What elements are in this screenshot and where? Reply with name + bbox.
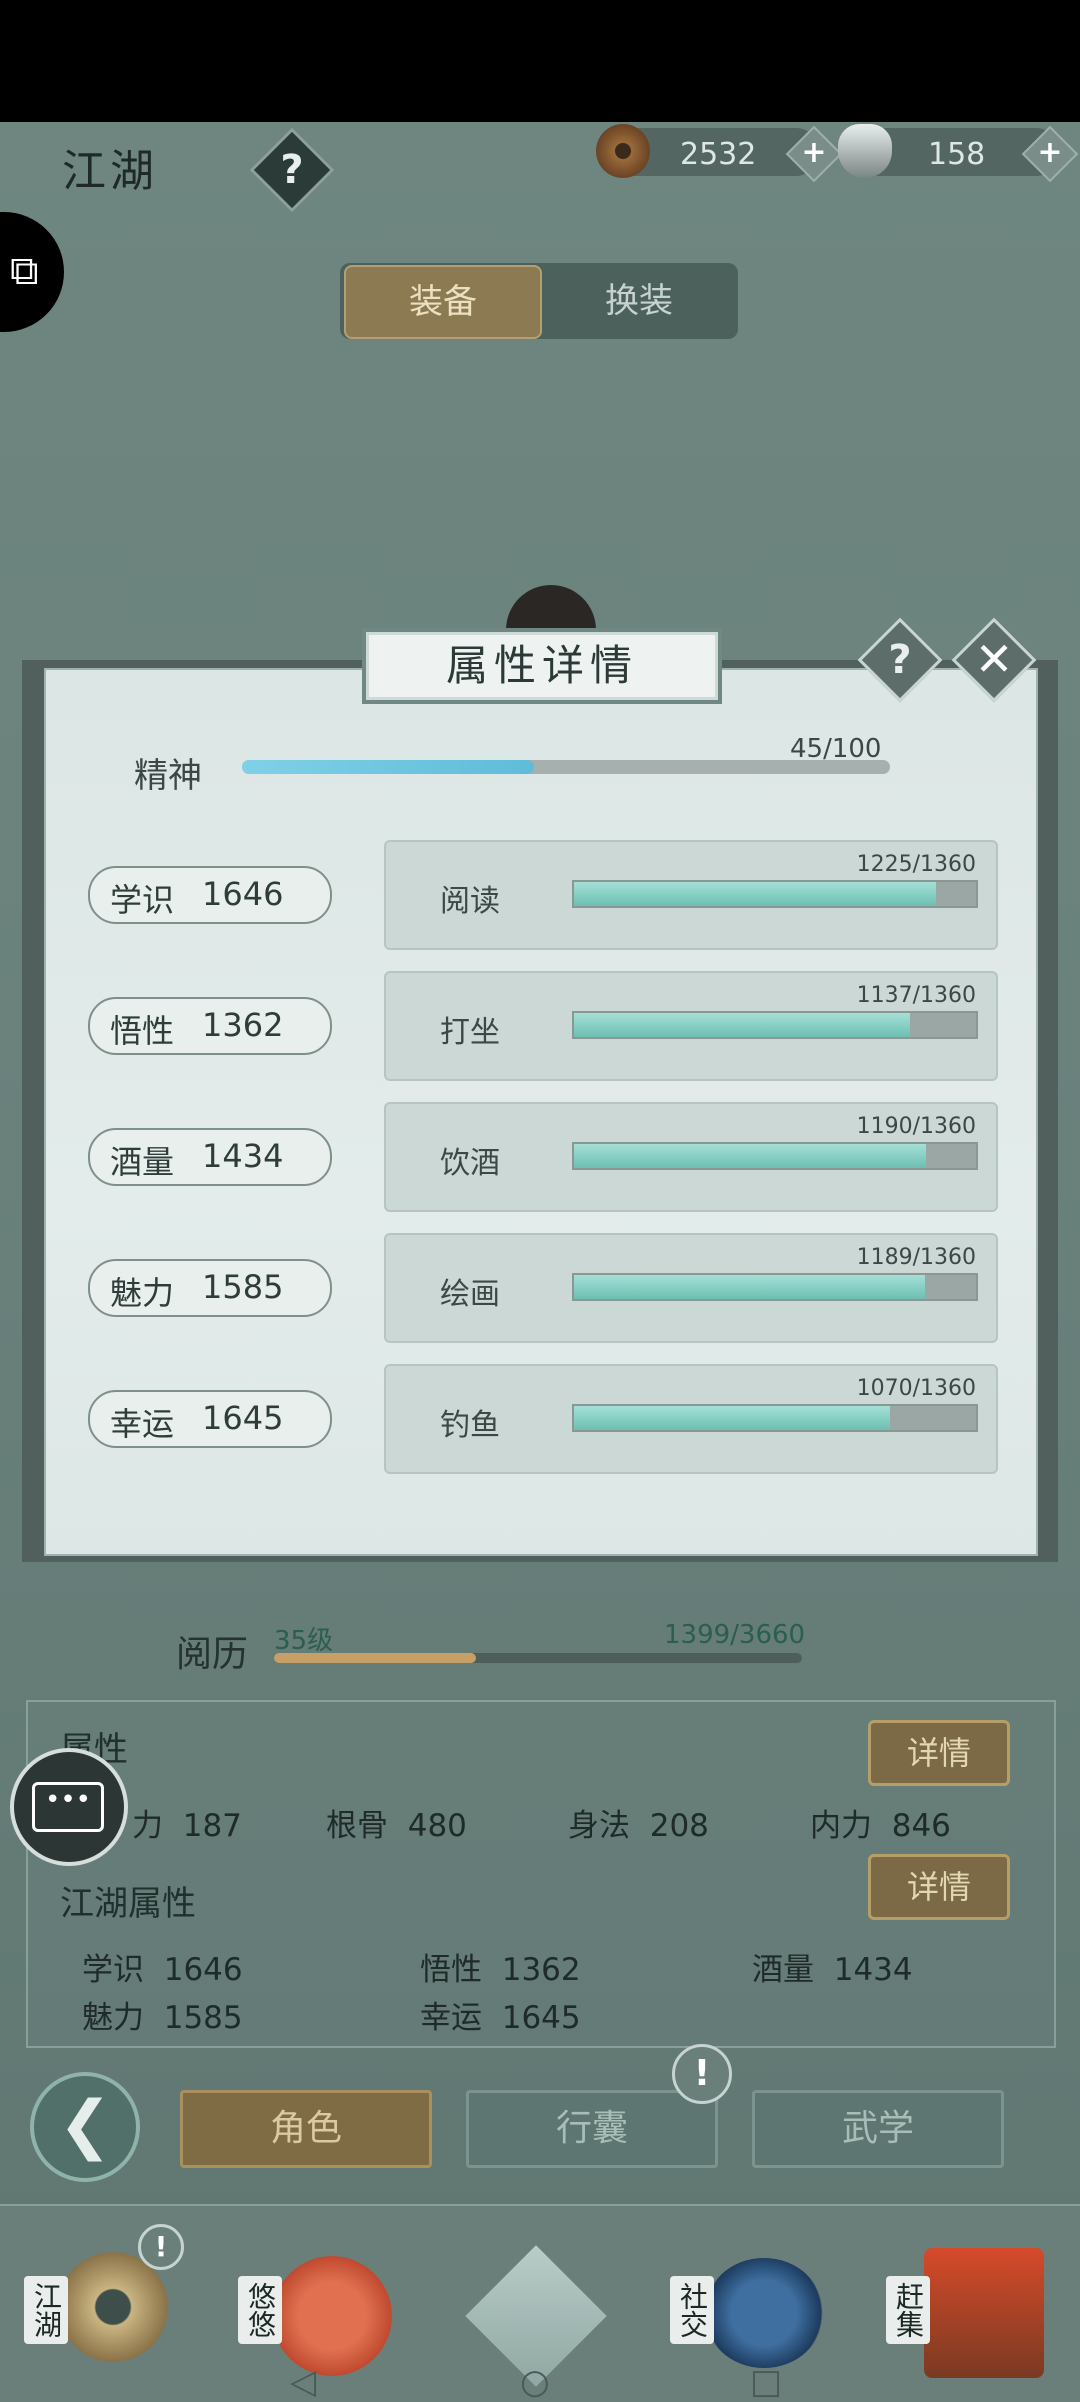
back-button[interactable]: ❮ — [30, 2072, 140, 2182]
wave-art-icon — [704, 2258, 824, 2368]
tab-martial[interactable]: 武学 — [752, 2090, 1004, 2168]
chat-button[interactable]: ••• — [10, 1748, 128, 1866]
basket-art-icon — [924, 2248, 1044, 2378]
activity-progress-bar — [572, 1273, 978, 1301]
close-icon: ✕ — [974, 632, 1014, 686]
tab-outfit[interactable]: 换装 — [540, 263, 738, 339]
experience-bar-fill — [274, 1653, 476, 1663]
puzzle-icon: ⧉ — [10, 248, 39, 294]
attr-item: 力 187 — [132, 1808, 242, 1844]
activity-progress-text: 1137/1360 — [856, 983, 976, 1008]
stat-pill: 幸运 1645 — [88, 1390, 332, 1448]
activity-name: 打坐 — [440, 1015, 500, 1050]
recents-square-icon[interactable]: □ — [750, 2362, 782, 2402]
activity-panel: 打坐 1137/1360 — [384, 971, 998, 1081]
activity-progress-text: 1225/1360 — [856, 852, 976, 877]
activity-progress-text: 1190/1360 — [856, 1114, 976, 1139]
activity-progress-text: 1070/1360 — [856, 1376, 976, 1401]
help-icon: ? — [280, 147, 304, 193]
jianghu-alert-icon: ! — [138, 2224, 184, 2270]
stat-pill: 学识 1646 — [88, 866, 332, 924]
stat-pill: 悟性 1362 — [88, 997, 332, 1055]
stat-name: 酒量 — [110, 1143, 175, 1181]
system-nav-bar: ◁ ○ □ — [0, 2360, 1080, 2402]
stat-name: 魅力 — [110, 1274, 175, 1312]
activity-name: 阅读 — [440, 884, 500, 919]
activity-progress-fill — [574, 1275, 926, 1299]
copper-coin-icon — [596, 124, 650, 178]
stat-pill: 魅力 1585 — [88, 1259, 332, 1317]
stat-name: 悟性 — [110, 1012, 175, 1050]
silver-amount: 158 — [928, 137, 986, 172]
help-icon: ? — [888, 637, 912, 683]
jianghu-attr-item: 幸运 1645 — [420, 2000, 581, 2036]
activity-panel: 饮酒 1190/1360 — [384, 1102, 998, 1212]
jianghu-attr-item: 悟性 1362 — [420, 1952, 581, 1988]
activity-progress-text: 1189/1360 — [856, 1245, 976, 1270]
stat-pill: 酒量 1434 — [88, 1128, 332, 1186]
jianghu-attr-item: 酒量 1434 — [752, 1952, 913, 1988]
jianghu-attr-item: 学识 1646 — [82, 1952, 243, 1988]
stat-name: 幸运 — [110, 1405, 175, 1443]
spirit-bar-fill — [242, 760, 534, 774]
activity-progress-bar — [572, 1404, 978, 1432]
activity-progress-fill — [574, 1144, 926, 1168]
tab-role[interactable]: 角色 — [180, 2090, 432, 2168]
stat-value: 1646 — [202, 875, 284, 913]
equip-segmented-control: 装备 换装 — [340, 263, 738, 339]
status-bar — [0, 0, 1080, 122]
nav-label: 社交 — [670, 2276, 714, 2344]
activity-progress-bar — [572, 880, 978, 908]
stat-value: 1645 — [202, 1399, 284, 1437]
stat-value: 1362 — [202, 1006, 284, 1044]
nav-label: 江湖 — [24, 2276, 68, 2344]
attr-item: 根骨 480 — [326, 1808, 467, 1844]
nav-label: 赶集 — [886, 2276, 930, 2344]
chevron-left-icon: ❮ — [58, 2088, 112, 2162]
activity-panel: 钓鱼 1070/1360 — [384, 1364, 998, 1474]
chat-bubble-icon: ••• — [32, 1782, 104, 1832]
activity-name: 绘画 — [440, 1277, 500, 1312]
experience-bar — [274, 1653, 802, 1663]
stat-name: 学识 — [110, 881, 175, 919]
jianghu-attributes-title: 江湖属性 — [60, 1884, 196, 1924]
jianghu-attr-item: 魅力 1585 — [82, 2000, 243, 2036]
activity-progress-fill — [574, 1406, 891, 1430]
modal-title-box: 属性详情 — [362, 628, 722, 704]
stat-value: 1585 — [202, 1268, 284, 1306]
experience-label: 阅历 — [176, 1634, 249, 1675]
attr-item: 内力 846 — [810, 1808, 951, 1844]
experience-level: 35级 — [274, 1626, 334, 1656]
page-title: 江湖 — [62, 146, 158, 197]
attr-item: 身法 208 — [568, 1808, 709, 1844]
silver-ingot-icon — [838, 124, 892, 178]
activity-progress-bar — [572, 1011, 978, 1039]
nav-label: 悠悠 — [238, 2276, 282, 2344]
back-triangle-icon[interactable]: ◁ — [290, 2362, 316, 2402]
home-circle-icon[interactable]: ○ — [520, 2362, 550, 2402]
plus-icon: + — [801, 135, 827, 170]
stat-value: 1434 — [202, 1137, 284, 1175]
activity-panel: 绘画 1189/1360 — [384, 1233, 998, 1343]
experience-value: 1399/3660 — [664, 1620, 806, 1650]
modal-title: 属性详情 — [445, 641, 638, 690]
spirit-bar — [242, 760, 890, 774]
tab-equip[interactable]: 装备 — [344, 265, 542, 339]
activity-panel: 阅读 1225/1360 — [384, 840, 998, 950]
activity-progress-bar — [572, 1142, 978, 1170]
jianghu-detail-button[interactable]: 详情 — [868, 1854, 1010, 1920]
plus-icon: + — [1037, 135, 1063, 170]
jianghu-art-icon — [58, 2252, 168, 2362]
activity-progress-fill — [574, 882, 937, 906]
attributes-detail-button[interactable]: 详情 — [868, 1720, 1010, 1786]
activity-progress-fill — [574, 1013, 911, 1037]
activity-name: 饮酒 — [440, 1146, 500, 1181]
tab-bag[interactable]: 行囊 — [466, 2090, 718, 2168]
activity-name: 钓鱼 — [440, 1408, 500, 1443]
copper-amount: 2532 — [680, 137, 757, 172]
spirit-label: 精神 — [134, 756, 202, 796]
bird-art-icon — [272, 2256, 392, 2376]
bag-alert-icon: ! — [672, 2044, 732, 2104]
